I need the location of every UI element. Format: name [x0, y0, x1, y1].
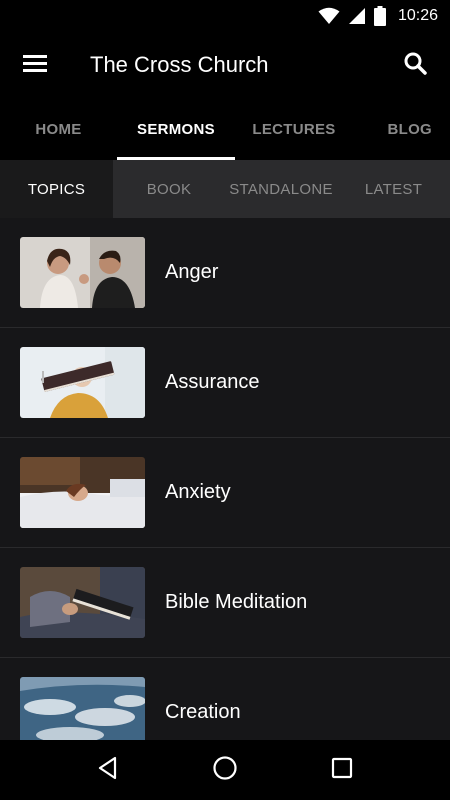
person-holding-bible-image: [20, 347, 145, 418]
home-button[interactable]: [195, 740, 255, 800]
recents-icon: [331, 757, 353, 784]
two-people-arguing-image: [20, 237, 145, 308]
main-tab-bar: HOME SERMONS LECTURES BLOG: [0, 98, 450, 160]
back-icon: [96, 756, 120, 785]
person-reading-bible-image: [20, 567, 145, 638]
topic-item-assurance[interactable]: Assurance: [0, 328, 450, 438]
battery-icon: [373, 6, 386, 26]
topic-item-bible-meditation[interactable]: Bible Meditation: [0, 548, 450, 658]
home-icon: [212, 755, 238, 786]
topic-label: Anxiety: [165, 481, 231, 503]
menu-button[interactable]: [0, 32, 70, 98]
search-icon: [403, 51, 427, 80]
topic-label: Bible Meditation: [165, 591, 308, 613]
cell-signal-icon: [348, 7, 366, 25]
subtab-topics[interactable]: TOPICS: [0, 160, 113, 218]
topic-item-creation[interactable]: Creation: [0, 658, 450, 740]
subtab-latest[interactable]: LATEST: [337, 160, 450, 218]
tab-home[interactable]: HOME: [0, 98, 117, 160]
topic-label: Anger: [165, 261, 219, 283]
topic-label: Assurance: [165, 371, 260, 393]
subtab-standalone[interactable]: STANDALONE: [225, 160, 337, 218]
app-title: The Cross Church: [90, 52, 269, 77]
tab-lectures[interactable]: LECTURES: [235, 98, 353, 160]
subtab-book[interactable]: BOOK: [113, 160, 225, 218]
status-time: 10:26: [397, 7, 438, 24]
topic-item-anger[interactable]: Anger: [0, 218, 450, 328]
app-bar: The Cross Church: [0, 32, 450, 98]
topic-label: Creation: [165, 701, 241, 723]
person-lying-in-bed-image: [20, 457, 145, 528]
sub-tab-bar: TOPICS BOOK STANDALONE LATEST: [0, 160, 450, 218]
system-nav-bar: [0, 740, 450, 800]
status-bar: 10:26: [0, 0, 450, 32]
back-button[interactable]: [78, 740, 138, 800]
search-button[interactable]: [380, 32, 450, 98]
earth-from-space-image: [20, 677, 145, 740]
tab-blog[interactable]: BLOG: [353, 98, 450, 160]
hamburger-menu-icon: [22, 53, 48, 78]
wifi-icon: [318, 7, 340, 25]
recents-button[interactable]: [312, 740, 372, 800]
topic-list: Anger Assurance Anxiety Bible Meditation…: [0, 218, 450, 740]
topic-item-anxiety[interactable]: Anxiety: [0, 438, 450, 548]
tab-sermons[interactable]: SERMONS: [117, 98, 235, 160]
